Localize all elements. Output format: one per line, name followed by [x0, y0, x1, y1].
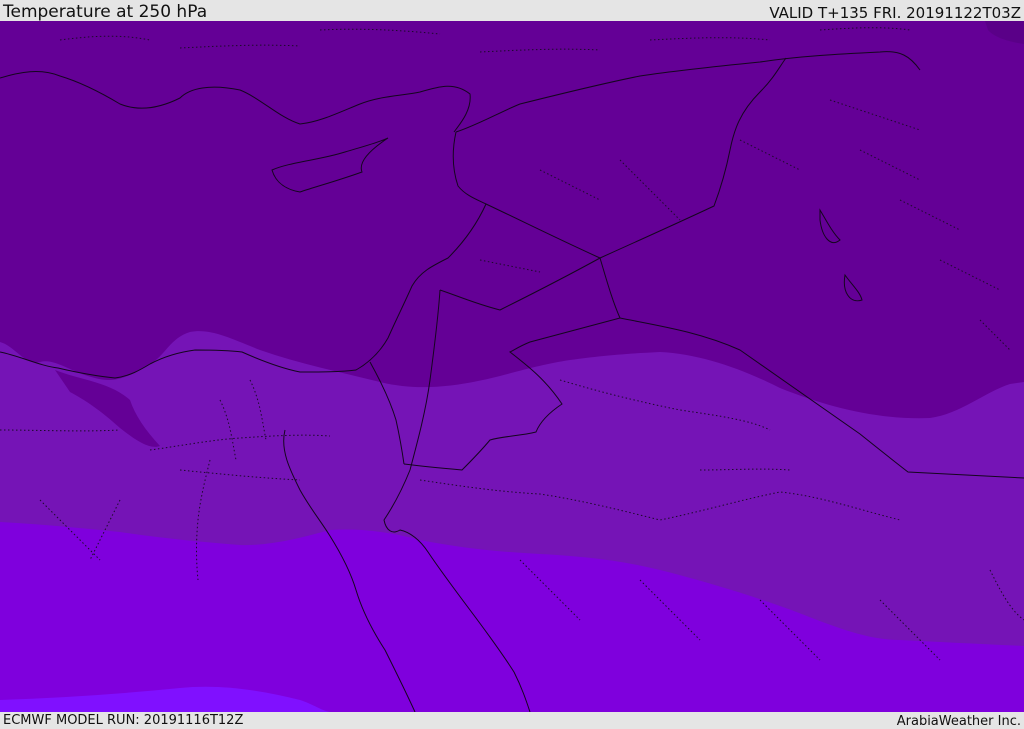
map-title: Temperature at 250 hPa [3, 2, 208, 22]
model-run-label: ECMWF MODEL RUN: 20191116T12Z [3, 713, 244, 728]
valid-time: VALID T+135 FRI. 20191122T03Z [769, 4, 1021, 22]
map-canvas[interactable] [0, 21, 1024, 712]
footer-bar: ECMWF MODEL RUN: 20191116T12Z ArabiaWeat… [0, 712, 1024, 729]
weather-map-frame: Temperature at 250 hPa VALID T+135 FRI. … [0, 0, 1024, 729]
credit-label: ArabiaWeather Inc. [896, 714, 1021, 729]
header-bar: Temperature at 250 hPa VALID T+135 FRI. … [0, 0, 1024, 22]
map-svg [0, 21, 1024, 712]
